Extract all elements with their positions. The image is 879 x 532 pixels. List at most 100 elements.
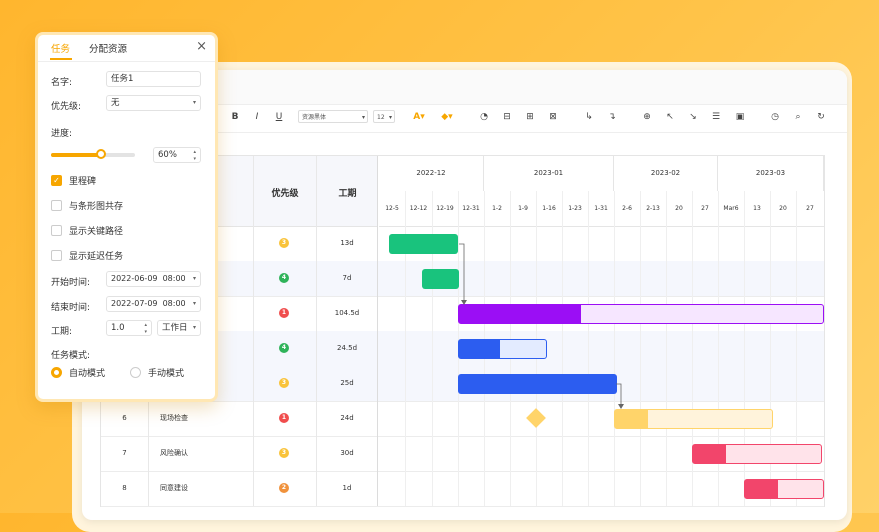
chevron-down-icon: ▾ — [192, 275, 196, 282]
bold-button[interactable]: B — [228, 110, 242, 124]
checkbox[interactable] — [51, 200, 62, 211]
font-size-select[interactable]: 12 ▾ — [373, 110, 395, 123]
checkbox-label: 显示关键路径 — [69, 227, 124, 237]
priority-badge: 1 — [279, 308, 289, 318]
duration-stepper[interactable]: 1.0 ▴ ▾ — [106, 320, 152, 336]
panel-tabs: 任务 分配资源 × — [38, 35, 215, 62]
chevron-down-icon: ▾ — [192, 324, 196, 331]
stepper-arrows-icon[interactable]: ▴ ▾ — [193, 149, 196, 163]
add-task-icon[interactable]: ⊕ — [640, 110, 654, 124]
dependency-link — [616, 383, 622, 406]
dependency-link — [459, 243, 465, 302]
tab-task[interactable]: 任务 — [51, 41, 70, 55]
progress-stepper[interactable]: 60% ▴ ▾ — [153, 147, 201, 163]
row-duration: 1d — [342, 484, 352, 492]
close-icon[interactable]: × — [196, 39, 207, 54]
checkbox[interactable]: ✓ — [51, 175, 62, 186]
progress-label: 进度: — [51, 129, 73, 139]
gantt-links — [459, 243, 624, 409]
col-divider — [253, 156, 254, 506]
progress-icon[interactable]: ◔ — [477, 110, 491, 124]
active-tab-indicator — [50, 58, 72, 60]
manual-mode-label: 手动模式 — [148, 369, 185, 379]
row-task-name: 风险确认 — [160, 449, 188, 457]
unlink-icon[interactable]: ↴ — [605, 110, 619, 124]
end-time-value: 2022-07-09 08:00 — [111, 299, 186, 308]
font-family-select[interactable]: 资源黑体 ▾ — [298, 110, 368, 123]
text-color-icon[interactable]: A▾ — [412, 110, 426, 124]
duration-value: 1.0 — [111, 323, 125, 333]
duration-unit-select[interactable]: 工作日 ▾ — [157, 320, 201, 336]
font-family-value: 资源黑体 — [302, 114, 327, 121]
priority-value: 无 — [111, 98, 120, 108]
duration-label: 工期: — [51, 327, 73, 337]
search-icon[interactable]: ⌕ — [791, 110, 805, 124]
underline-button[interactable]: U — [272, 110, 286, 124]
priority-label: 优先级: — [51, 102, 82, 112]
progress-value: 60% — [158, 150, 177, 160]
chevron-down-icon: ▾ — [361, 114, 365, 121]
row-duration: 24d — [340, 414, 354, 422]
start-time-value: 2022-06-09 08:00 — [111, 274, 186, 283]
progress-slider-thumb[interactable] — [96, 149, 107, 159]
row-duration: 24.5d — [336, 344, 358, 352]
clock-icon[interactable]: ◷ — [768, 110, 782, 124]
priority-header: 优先级 — [271, 189, 299, 199]
checkbox-label: 显示延迟任务 — [69, 252, 124, 262]
stepper-arrows-icon[interactable]: ▴ ▾ — [144, 322, 147, 336]
name-input[interactable]: 任务1 — [106, 71, 201, 87]
row-duration: 30d — [340, 449, 354, 457]
italic-button[interactable]: I — [250, 110, 264, 124]
checkbox-label: 与条形图共存 — [69, 202, 124, 212]
row-id: 8 — [122, 484, 127, 492]
indent-icon[interactable]: ⊞ — [523, 110, 537, 124]
task-properties-panel: 任务 分配资源 × 名字: 任务1 优先级: 无 ▾ 进度: 60% ▴ ▾ ✓ 里… — [35, 32, 218, 402]
outdent-icon[interactable]: ⊟ — [500, 110, 514, 124]
priority-badge: 3 — [279, 448, 289, 458]
start-time-label: 开始时间: — [51, 278, 91, 288]
row-duration: 25d — [340, 379, 354, 387]
insert-row-icon[interactable]: ⊠ — [546, 110, 560, 124]
chevron-down-icon: ▾ — [388, 114, 392, 121]
chevron-down-icon: ▾ — [192, 99, 196, 106]
tab-resources[interactable]: 分配资源 — [89, 41, 127, 55]
manual-mode-radio[interactable] — [130, 367, 141, 378]
checkbox-label: 里程碑 — [69, 177, 97, 187]
gantt-chart: 2022-12 2023-01 2023-02 2023-03 12-5 12-12 12… — [379, 156, 824, 506]
arrow-head — [618, 404, 624, 409]
priority-badge: 3 — [279, 378, 289, 388]
duration-unit-value: 工作日 — [162, 323, 188, 333]
row-id: 6 — [122, 414, 127, 422]
move-down-icon[interactable]: ↘ — [686, 110, 700, 124]
move-up-icon[interactable]: ↖ — [663, 110, 677, 124]
end-time-label: 结束时间: — [51, 303, 91, 313]
name-value: 任务1 — [111, 74, 134, 84]
auto-mode-label: 自动模式 — [69, 369, 106, 379]
priority-badge: 4 — [279, 273, 289, 283]
refresh-icon[interactable]: ↻ — [814, 110, 828, 124]
end-time-input[interactable]: 2022-07-09 08:00 ▾ — [106, 296, 201, 312]
duration-header: 工期 — [338, 189, 357, 199]
image-icon[interactable]: ▣ — [733, 110, 747, 124]
row-task-name: 现场检查 — [160, 414, 188, 422]
settings-sliders-icon[interactable]: ☰ — [709, 110, 723, 124]
row-duration: 104.5d — [334, 309, 360, 317]
start-time-input[interactable]: 2022-06-09 08:00 ▾ — [106, 271, 201, 287]
priority-badge: 2 — [279, 483, 289, 493]
row-task-name: 同意建设 — [160, 484, 188, 492]
priority-badge: 1 — [279, 413, 289, 423]
priority-badge: 4 — [279, 343, 289, 353]
progress-slider[interactable] — [51, 149, 135, 159]
arrow-head — [461, 300, 467, 305]
fill-color-icon[interactable]: ◆▾ — [440, 110, 454, 124]
priority-select[interactable]: 无 ▾ — [106, 95, 201, 111]
row-id: 7 — [122, 449, 127, 457]
checkbox[interactable] — [51, 225, 62, 236]
link-icon[interactable]: ↳ — [582, 110, 596, 124]
checkbox[interactable] — [51, 250, 62, 261]
progress-slider-fill — [51, 153, 102, 157]
font-size-value: 12 — [377, 114, 385, 121]
priority-badge: 3 — [279, 238, 289, 248]
name-label: 名字: — [51, 78, 73, 88]
auto-mode-radio[interactable] — [51, 367, 62, 378]
